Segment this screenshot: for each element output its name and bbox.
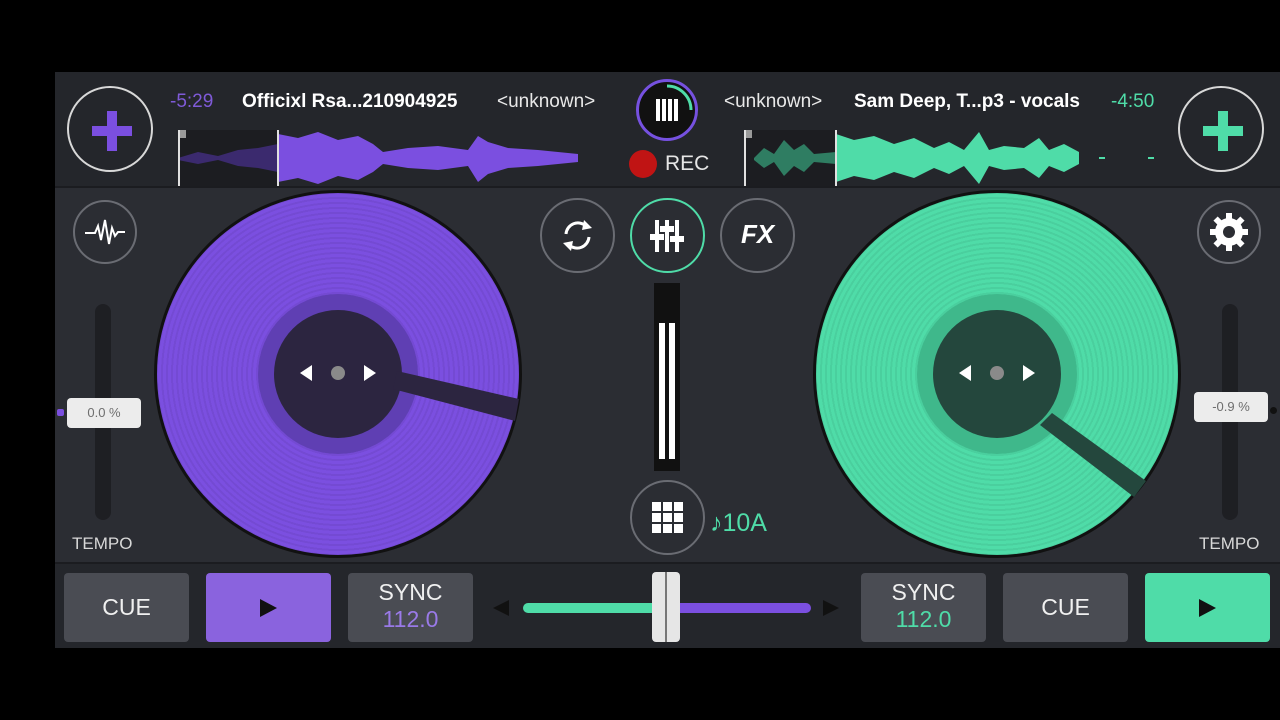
deck-b-platter[interactable] <box>813 190 1181 558</box>
deck-a-tempo-value[interactable]: 0.0 % <box>67 398 141 428</box>
deck-b-play-button[interactable] <box>1145 573 1270 642</box>
pads-button[interactable] <box>630 480 705 555</box>
deck-a-track-artist: <unknown> <box>497 91 596 112</box>
crossfader-left-arrow[interactable] <box>493 600 509 616</box>
vu-meter <box>654 283 680 471</box>
crossfader-right-arrow[interactable] <box>823 600 839 616</box>
deck-b-cue-label: CUE <box>1041 594 1090 620</box>
crossfader-track-b <box>669 603 811 613</box>
vu-bar-right <box>669 323 675 459</box>
settings-button[interactable] <box>1197 200 1261 264</box>
deck-a-pitch-down-icon[interactable] <box>300 365 312 381</box>
deck-a-pitch-up-icon[interactable] <box>364 365 376 381</box>
fx-label: FX <box>741 219 775 249</box>
deck-a-play-button[interactable] <box>206 573 331 642</box>
fx-button[interactable]: FX <box>720 198 795 273</box>
loop-button[interactable] <box>540 198 615 273</box>
deck-a-cue-button[interactable]: CUE <box>64 573 189 642</box>
waveform-icon <box>85 219 125 245</box>
plus-icon <box>1203 111 1243 151</box>
deck-b-pitch-up-icon[interactable] <box>1023 365 1035 381</box>
deck-a-add-track-button[interactable] <box>67 86 153 172</box>
deck-b-center-dot <box>990 366 1004 380</box>
deck-b-sync-label: SYNC <box>891 579 956 605</box>
gear-icon <box>1210 213 1248 251</box>
record-label: REC <box>665 152 710 175</box>
deck-a-bpm: 112.0 <box>382 606 439 632</box>
crossfader-track-a <box>523 603 669 613</box>
dj-app: -5:29 Officixl Rsa...210904925 <unknown>… <box>55 72 1280 648</box>
deck-a-sync-label: SYNC <box>378 579 443 605</box>
mixer-button[interactable] <box>630 198 705 273</box>
deck-b-bpm: 112.0 <box>895 606 952 632</box>
plus-icon <box>92 111 132 151</box>
deck-a-remaining-time: -5:29 <box>170 91 214 112</box>
deck-a-platter[interactable] <box>154 190 522 558</box>
key-indicator: ♪10A <box>710 509 767 537</box>
record-button[interactable] <box>629 150 657 178</box>
play-icon <box>1199 599 1216 617</box>
record-meter-icon <box>656 84 693 121</box>
deck-b-pitch-down-icon[interactable] <box>959 365 971 381</box>
deck-b-cue-button[interactable]: CUE <box>1003 573 1128 642</box>
vu-bar-left <box>659 323 665 459</box>
deck-a-track-title: Officixl Rsa...210904925 <box>242 91 458 112</box>
deck-a-tempo-marker <box>57 409 64 416</box>
deck-a-pitch-bend-arrows[interactable] <box>298 363 378 383</box>
deck-b-track-artist: <unknown> <box>724 91 823 112</box>
deck-b-add-track-button[interactable] <box>1178 86 1264 172</box>
deck-b-track-title: Sam Deep, T...p3 - vocals <box>854 91 1080 112</box>
record-knob[interactable] <box>636 79 698 141</box>
deck-b-pitch-bend-arrows[interactable] <box>957 363 1037 383</box>
deck-b-tempo-label: TEMPO <box>1199 534 1260 553</box>
play-icon <box>260 599 277 617</box>
deck-b-tempo-marker <box>1270 407 1277 414</box>
deck-a-waveform[interactable] <box>178 130 578 186</box>
loop-icon <box>563 220 592 251</box>
deck-b-remaining-time: -4:50 <box>1111 91 1155 112</box>
deck-a-cue-label: CUE <box>102 594 151 620</box>
transport-bar: CUE SYNC 112.0 SYNC 112.0 CUE <box>55 562 1280 648</box>
grid-icon <box>652 502 683 533</box>
deck-b-waveform[interactable] <box>744 130 1164 186</box>
mixer-sliders-icon <box>650 220 684 252</box>
deck-b-tempo-value[interactable]: -0.9 % <box>1194 392 1268 422</box>
waveform-view-button[interactable] <box>73 200 137 264</box>
deck-a-sync-button[interactable]: SYNC 112.0 <box>348 573 473 642</box>
deck-a-tempo-label: TEMPO <box>72 534 133 553</box>
deck-b-sync-button[interactable]: SYNC 112.0 <box>861 573 986 642</box>
deck-a-center-dot <box>331 366 345 380</box>
header: -5:29 Officixl Rsa...210904925 <unknown>… <box>55 72 1280 188</box>
crossfader-handle[interactable] <box>652 572 680 642</box>
